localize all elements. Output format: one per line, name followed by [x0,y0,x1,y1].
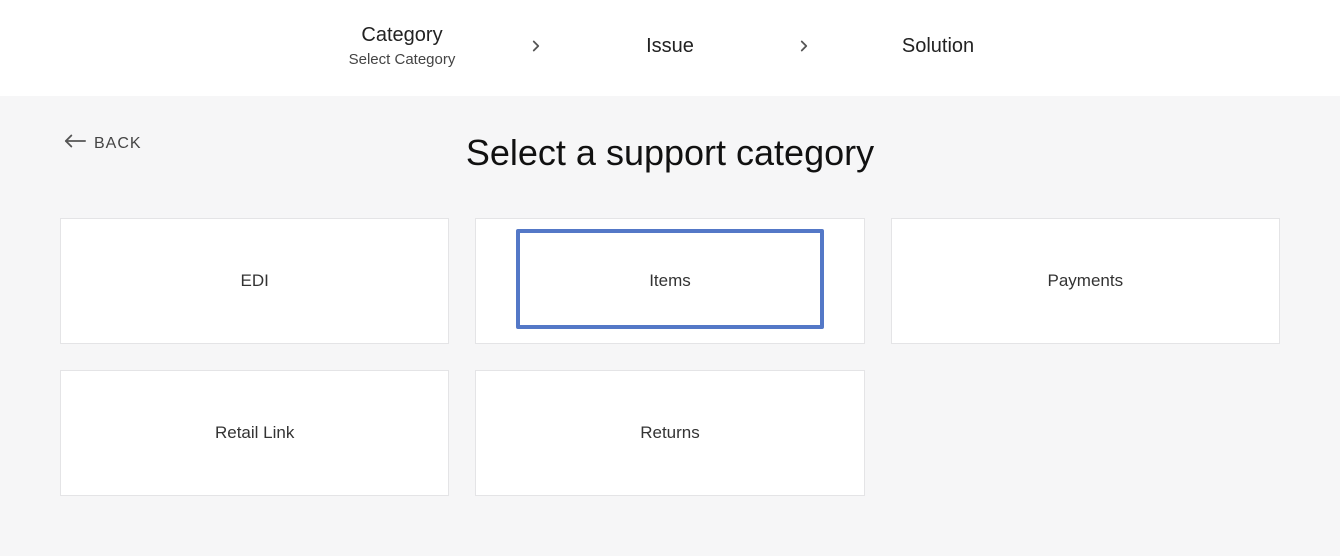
chevron-right-icon [527,37,545,55]
step-title: Category [361,24,442,47]
category-panel: BACK Select a support category EDI Items… [0,96,1340,556]
page-title: Select a support category [60,132,1280,174]
card-label: EDI [240,271,268,291]
arrow-left-icon [64,134,86,153]
chevron-right-icon [795,37,813,55]
step-title: Issue [646,35,694,58]
category-card-payments[interactable]: Payments [891,218,1280,344]
back-button[interactable]: BACK [64,134,142,153]
category-grid: EDI Items Payments Retail Link Returns [60,218,1280,496]
category-card-items[interactable]: Items [475,218,864,344]
step-category[interactable]: Category Select Category [347,24,457,68]
card-label: Returns [640,423,700,443]
step-issue[interactable]: Issue [615,35,725,58]
step-title: Solution [902,35,974,58]
card-label: Payments [1048,271,1124,291]
category-card-retail-link[interactable]: Retail Link [60,370,449,496]
category-card-returns[interactable]: Returns [475,370,864,496]
category-card-edi[interactable]: EDI [60,218,449,344]
card-label: Items [649,271,691,291]
step-solution[interactable]: Solution [883,35,993,58]
card-label: Retail Link [215,423,294,443]
breadcrumb: Category Select Category Issue Solution [0,0,1340,96]
step-subtitle: Select Category [349,51,456,68]
back-label: BACK [94,135,142,153]
